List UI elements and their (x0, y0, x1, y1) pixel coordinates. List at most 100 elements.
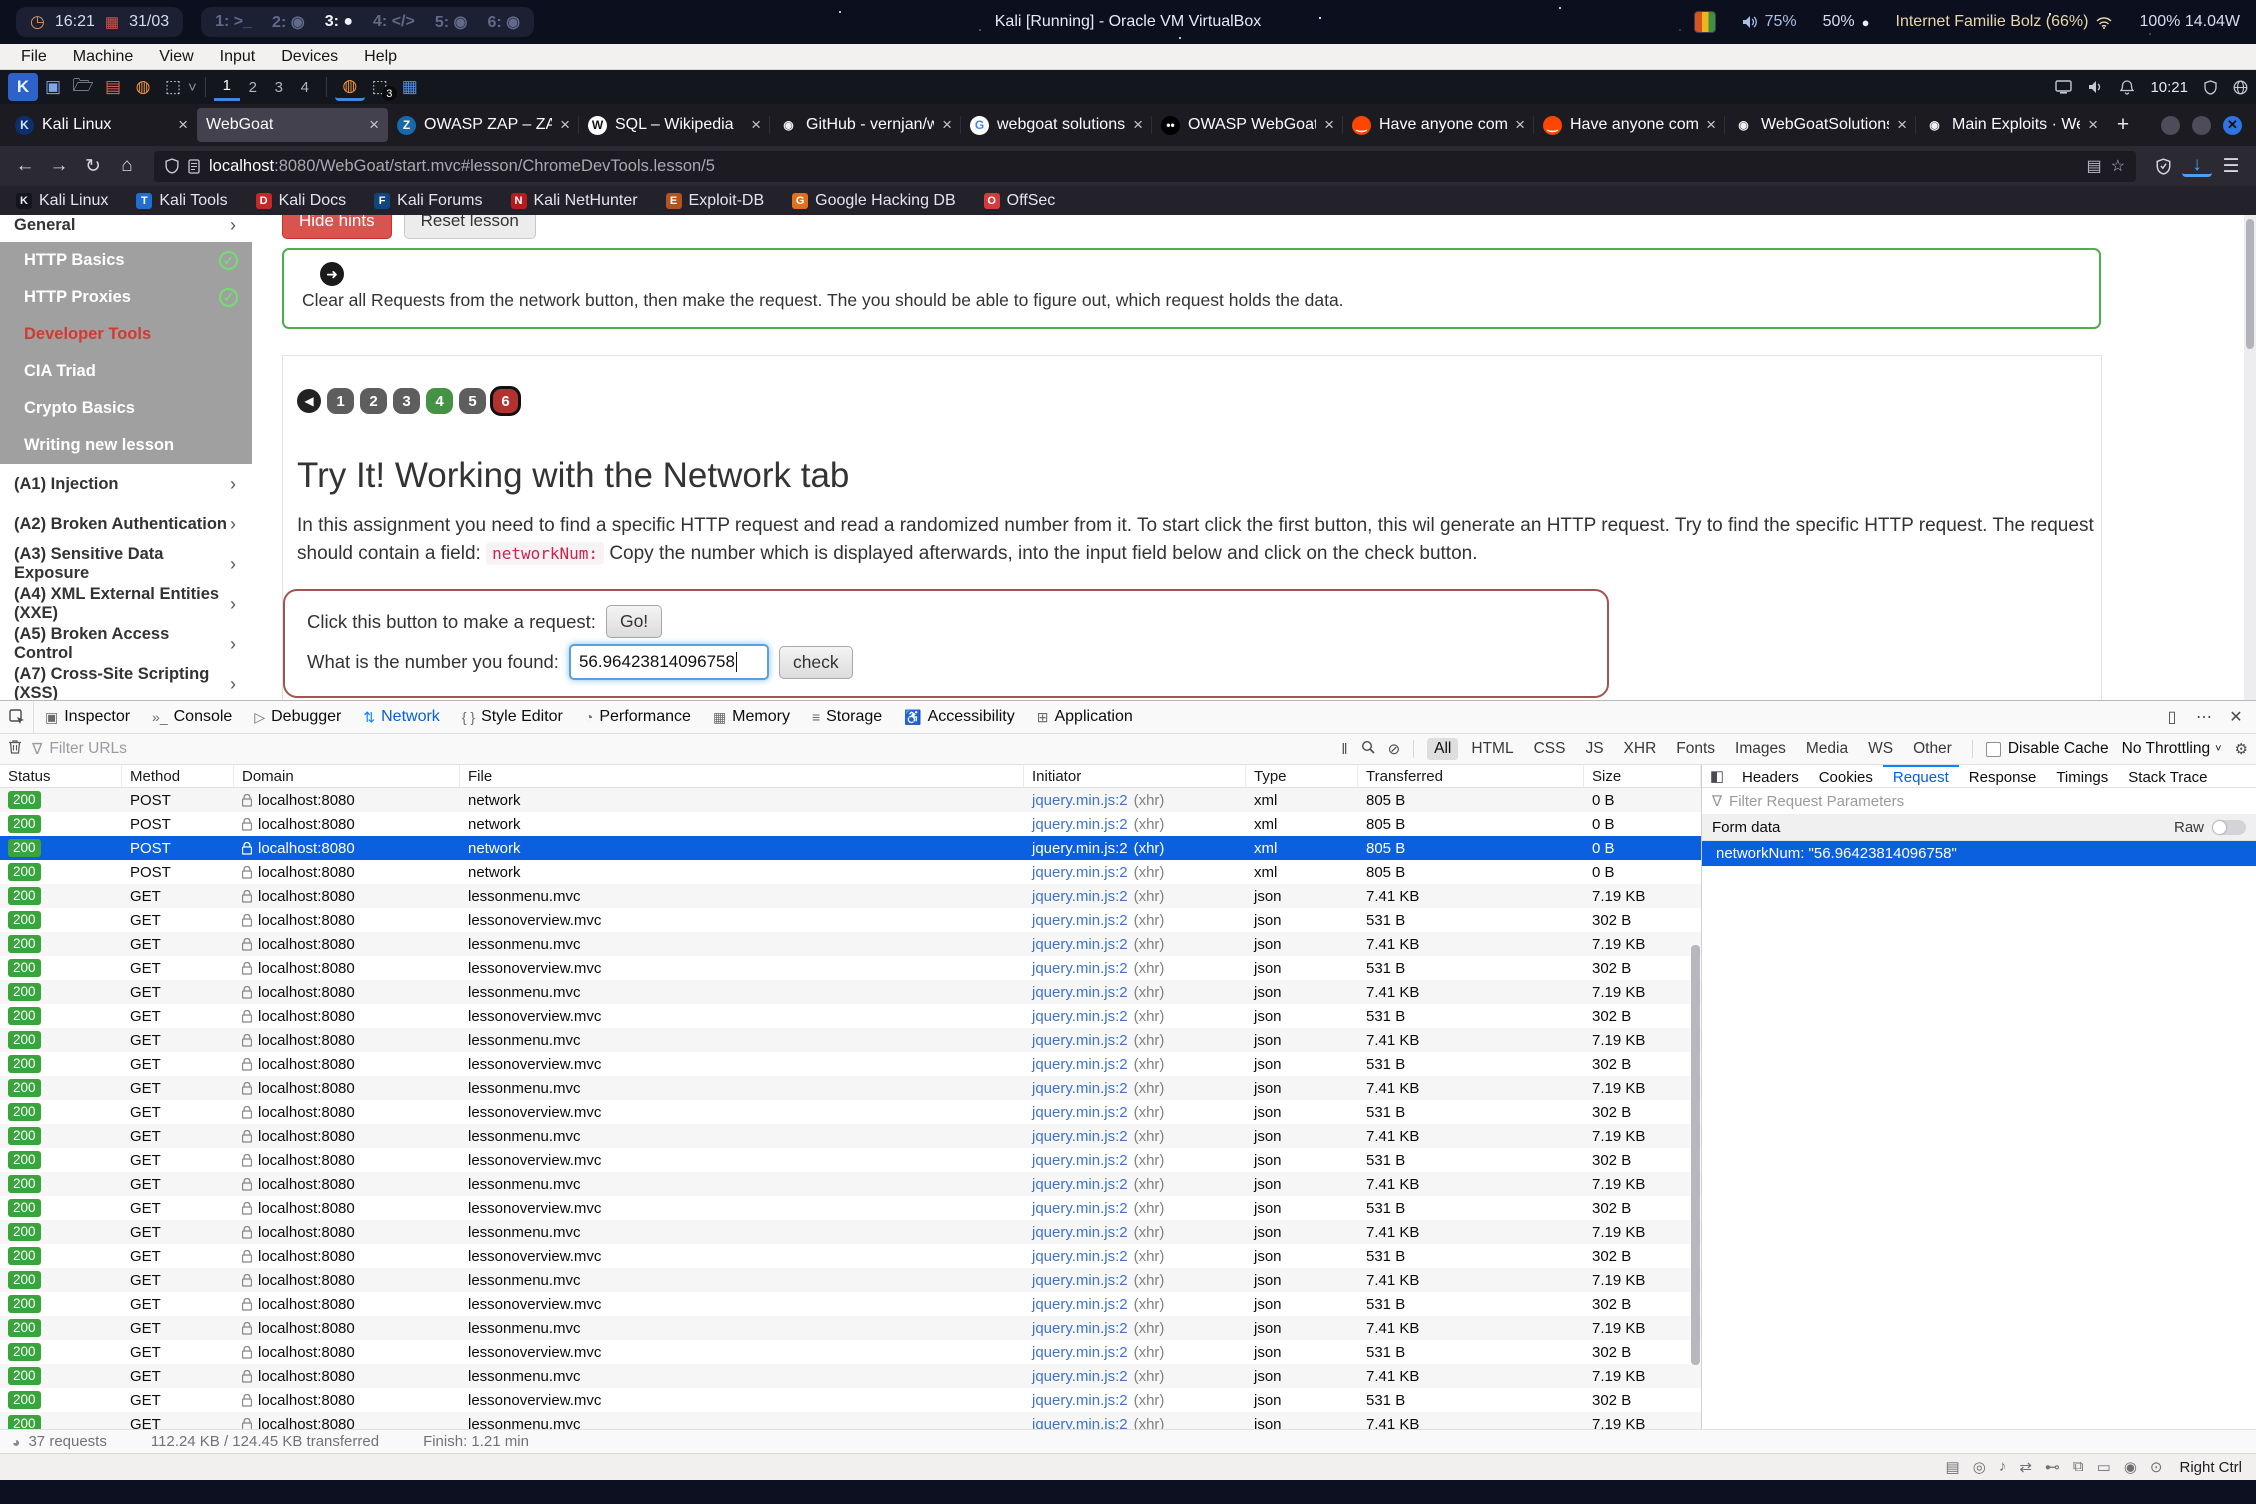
column-header[interactable]: Size (1584, 765, 1701, 787)
shield-tray-icon[interactable] (2204, 80, 2217, 95)
previous-page-button[interactable]: ◀ (297, 389, 321, 413)
table-row[interactable]: 200 GET localhost:8080 lessonoverview.mv… (0, 1004, 1701, 1028)
filter-params-input[interactable]: ∇ Filter Request Parameters (1702, 788, 2256, 815)
devtools-tab[interactable]: »_ Console (141, 701, 243, 733)
clear-requests-icon[interactable] (8, 739, 22, 759)
tab-close-icon[interactable]: × (1133, 115, 1143, 135)
block-icon[interactable]: ⊘ (1388, 740, 1401, 758)
bookmark-star-icon[interactable]: ☆ (2111, 156, 2125, 176)
tab-close-icon[interactable]: × (369, 115, 379, 135)
firefox-window-button[interactable]: ◍ (335, 73, 365, 101)
host-volume[interactable]: 75% (1742, 13, 1797, 31)
sidebar-lesson-item[interactable]: Crypto Basics ✓ (0, 390, 252, 427)
sidebar-lesson-item[interactable]: CIA Triad ✓ (0, 353, 252, 390)
column-header[interactable]: Status (0, 765, 122, 787)
vbox-device-icon[interactable]: ⊙ (2150, 1458, 2163, 1476)
menubar-item[interactable]: Input (207, 48, 269, 66)
browser-tab[interactable]: ◉ Main Exploits · WebG × (1916, 108, 2107, 142)
tab-close-icon[interactable]: × (942, 115, 952, 135)
table-row[interactable]: 200 GET localhost:8080 lessonmenu.mvc jq… (0, 1124, 1701, 1148)
table-row[interactable]: 200 GET localhost:8080 lessonmenu.mvc jq… (0, 980, 1701, 1004)
browser-tab[interactable]: ‿ Have anyone comple × (1343, 108, 1534, 142)
type-filter-pill[interactable]: JS (1578, 738, 1610, 760)
tab-close-icon[interactable]: × (178, 115, 188, 135)
sidebar-category-item[interactable]: (A4) XML External Entities (XXE) › (0, 584, 252, 624)
meatball-menu-icon[interactable]: ⋯ (2190, 703, 2218, 731)
table-row[interactable]: 200 GET localhost:8080 lessonoverview.mv… (0, 1196, 1701, 1220)
keyboard-layout-icon[interactable] (1694, 11, 1716, 33)
home-icon[interactable]: ⌂ (112, 151, 142, 181)
pick-element-icon[interactable] (0, 701, 34, 733)
display-tray-icon[interactable] (2055, 80, 2072, 94)
answer-input[interactable]: 56.96423814096758 (569, 644, 769, 680)
details-tab[interactable]: Headers (1732, 765, 1809, 787)
file-manager-icon[interactable]: 🗁 (68, 73, 98, 101)
sidebar-category-item[interactable]: (A2) Broken Authentication › (0, 504, 252, 544)
network-globe-icon[interactable] (2233, 80, 2248, 95)
host-brightness[interactable]: 50% ● (1823, 13, 1870, 31)
table-row[interactable]: 200 GET localhost:8080 lessonmenu.mvc jq… (0, 932, 1701, 956)
back-icon[interactable]: ← (10, 151, 40, 181)
devtools-tab[interactable]: ▣ Inspector (34, 701, 141, 733)
tab-close-icon[interactable]: × (1515, 115, 1525, 135)
details-tab[interactable]: Response (1959, 765, 2047, 787)
table-row[interactable]: 200 GET localhost:8080 lessonmenu.mvc jq… (0, 1220, 1701, 1244)
table-row[interactable]: 200 GET localhost:8080 lessonoverview.mv… (0, 1100, 1701, 1124)
network-settings-gear-icon[interactable]: ⚙ (2235, 740, 2248, 758)
devtools-tab[interactable]: { } Style Editor (451, 701, 574, 733)
details-tab[interactable]: Request (1883, 765, 1959, 787)
reload-icon[interactable]: ↻ (78, 151, 108, 181)
page-button[interactable]: 2 (360, 388, 387, 414)
type-filter-pill[interactable]: All (1427, 738, 1458, 760)
guest-workspace-button[interactable]: 3 (266, 73, 292, 101)
url-bar[interactable]: localhost:8080/WebGoat/start.mvc#lesson/… (154, 151, 2136, 182)
sidebar-category-item[interactable]: (A5) Broken Access Control › (0, 624, 252, 664)
type-filter-pill[interactable]: Images (1728, 738, 1793, 760)
notifications-bell-icon[interactable] (2120, 80, 2134, 95)
sidebar-category-item[interactable]: (A3) Sensitive Data Exposure › (0, 544, 252, 584)
column-header[interactable]: File (460, 765, 1024, 787)
responsive-design-icon[interactable]: ▯ (2158, 703, 2186, 731)
table-row[interactable]: 200 GET localhost:8080 lessonmenu.mvc jq… (0, 1316, 1701, 1340)
form-data-param[interactable]: networkNum: "56.96423814096758" (1702, 841, 2256, 866)
hint-arrow-icon[interactable]: ➜ (320, 262, 344, 286)
forward-icon[interactable]: → (44, 151, 74, 181)
devtools-tab[interactable]: ≡ Storage (801, 701, 893, 733)
filter-urls-input[interactable]: ∇ Filter URLs (32, 740, 127, 759)
terminal-window-button[interactable]: ⬚3 (365, 73, 395, 101)
bookmark-item[interactable]: E Exploit-DB (666, 192, 765, 210)
bookmark-item[interactable]: D Kali Docs (256, 192, 347, 210)
page-scrollbar[interactable] (2244, 215, 2256, 700)
bookmark-item[interactable]: G Google Hacking DB (792, 192, 956, 210)
table-row[interactable]: 200 GET localhost:8080 lessonmenu.mvc jq… (0, 884, 1701, 908)
sidebar-category-item[interactable]: (A7) Cross-Site Scripting (XSS) › (0, 664, 252, 700)
tracking-shield-icon[interactable] (165, 158, 179, 174)
tab-close-icon[interactable]: × (751, 115, 761, 135)
disable-cache-checkbox[interactable]: Disable Cache (1986, 740, 2109, 758)
table-row[interactable]: 200 GET localhost:8080 lessonmenu.mvc jq… (0, 1172, 1701, 1196)
close-window-button[interactable]: ✕ (2223, 116, 2242, 135)
vbox-device-icon[interactable]: ◎ (1973, 1458, 1986, 1476)
menubar-item[interactable]: Devices (268, 48, 351, 66)
table-row[interactable]: 200 GET localhost:8080 lessonoverview.mv… (0, 1388, 1701, 1412)
workspace-item[interactable]: 1: >_ (215, 13, 252, 31)
devtools-tab[interactable]: ▷ Debugger (243, 701, 352, 733)
browser-tab[interactable]: WebGoat × (197, 108, 388, 142)
browser-tab[interactable]: ‿ Have anyone comple × (1534, 108, 1725, 142)
bookmark-item[interactable]: O OffSec (984, 192, 1056, 210)
host-network[interactable]: Internet Familie Bolz (66%) (1896, 13, 2114, 31)
type-filter-pill[interactable]: WS (1861, 738, 1900, 760)
details-tab[interactable]: Cookies (1809, 765, 1883, 787)
workspace-item[interactable]: 2: ◉ (272, 12, 305, 32)
bookmark-item[interactable]: F Kali Forums (374, 192, 482, 210)
table-row[interactable]: 200 POST localhost:8080 network jquery.m… (0, 836, 1701, 860)
workspace-item[interactable]: 3: ● (325, 13, 353, 31)
column-header[interactable]: Type (1246, 765, 1358, 787)
table-row[interactable]: 200 GET localhost:8080 lessonmenu.mvc jq… (0, 1412, 1701, 1429)
browser-tab[interactable]: ◉ GitHub - vernjan/we × (770, 108, 961, 142)
page-button[interactable]: 4 (426, 388, 453, 414)
browser-tab[interactable]: Z OWASP ZAP – ZAP i × (388, 108, 579, 142)
browser-tab[interactable]: •• OWASP WebGoat: G × (1152, 108, 1343, 142)
vbox-device-icon[interactable]: ⇄ (2019, 1458, 2032, 1476)
details-tab[interactable]: Stack Trace (2118, 765, 2217, 787)
